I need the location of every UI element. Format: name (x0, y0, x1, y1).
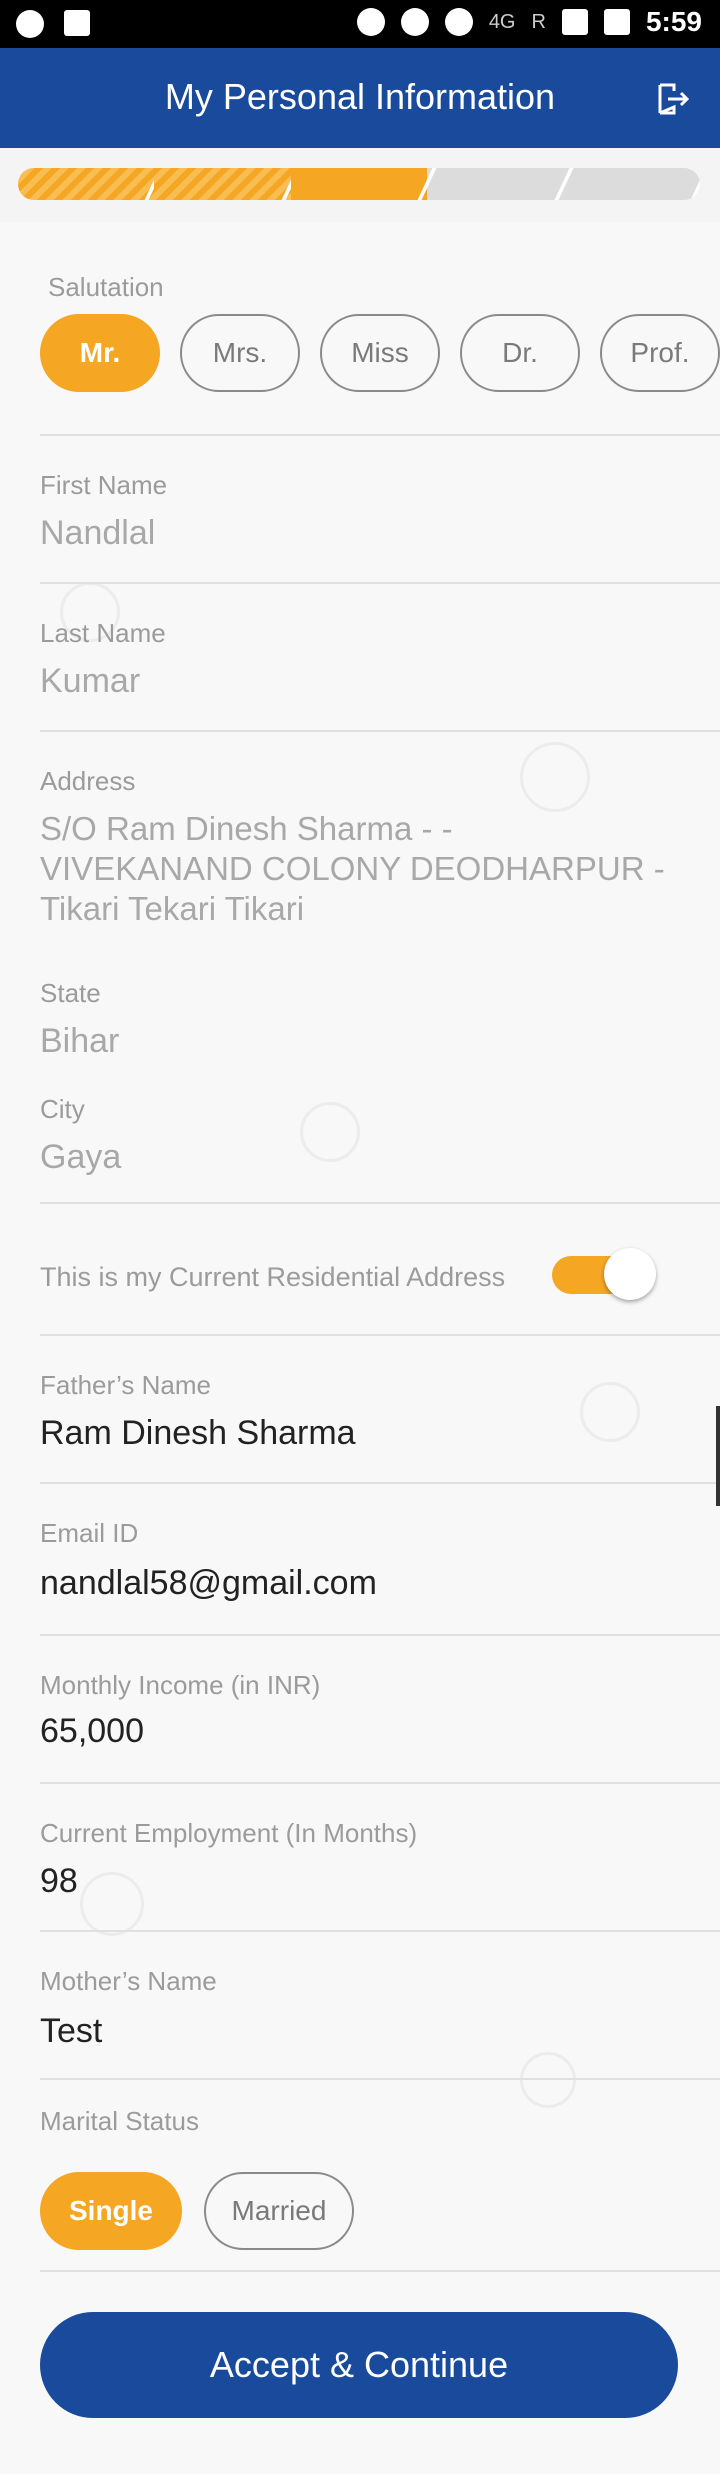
watermark-decoration (300, 1102, 360, 1162)
watermark-decoration (520, 2052, 576, 2108)
signal-icon (561, 9, 588, 35)
logout-icon[interactable] (656, 82, 690, 116)
city-label: City (40, 1094, 85, 1124)
progress-section (0, 148, 720, 222)
scrollbar[interactable] (716, 1406, 720, 1506)
fathers-name-field[interactable]: Ram Dinesh Sharma (40, 1414, 356, 1453)
divider (40, 1482, 720, 1484)
watermark-decoration (580, 1382, 640, 1442)
watermark-decoration (80, 1872, 144, 1936)
battery-icon (603, 9, 630, 35)
last-name-field: Kumar (40, 662, 141, 700)
notification-icon (16, 10, 44, 38)
marital-status-label: Marital Status (40, 2106, 199, 2136)
state-label: State (40, 978, 101, 1008)
progress-bar (18, 168, 700, 200)
divider (40, 1930, 720, 1932)
status-right: 4G R 5:59 (356, 6, 702, 38)
divider (40, 582, 720, 584)
fathers-name-label: Father’s Name (40, 1370, 211, 1400)
toggle-knob (604, 1248, 656, 1300)
divider (40, 1634, 720, 1636)
divider (40, 730, 720, 732)
progress-step-3 (290, 168, 428, 200)
network-type: 4G (488, 10, 516, 33)
salutation-option-dr[interactable]: Dr. (460, 314, 580, 392)
current-employment-label: Current Employment (In Months) (40, 1818, 418, 1848)
salutation-option-mr[interactable]: Mr. (40, 314, 160, 392)
page-title: My Personal Information (164, 76, 556, 117)
status-bar: 4G R 5:59 (0, 0, 720, 48)
mothers-name-label: Mother’s Name (40, 1966, 217, 1996)
alarm-icon (400, 8, 429, 36)
accept-continue-button[interactable]: Accept & Continue (40, 2312, 678, 2418)
roaming-indicator: R (531, 10, 546, 33)
email-label: Email ID (40, 1518, 139, 1548)
progress-step-4 (427, 168, 563, 200)
email-field[interactable]: nandlal58@gmail.com (40, 1564, 377, 1603)
progress-step-1 (18, 168, 155, 200)
marital-option-single[interactable]: Single (40, 2172, 182, 2250)
salutation-option-miss[interactable]: Miss (320, 314, 440, 392)
divider (40, 2270, 720, 2272)
form-content[interactable]: Salutation Mr. Mrs. Miss Dr. Prof. First… (0, 222, 720, 2474)
clock: 5:59 (645, 6, 702, 37)
first-name-field: Nandlal (40, 514, 156, 552)
mothers-name-field[interactable]: Test (40, 2012, 102, 2051)
monthly-income-field[interactable]: 65,000 (40, 1712, 144, 1751)
state-field: Bihar (40, 1022, 120, 1060)
image-icon (64, 10, 90, 36)
salutation-option-mrs[interactable]: Mrs. (180, 314, 300, 392)
divider (40, 1782, 720, 1784)
divider (40, 2078, 720, 2080)
current-address-label: This is my Current Residential Address (40, 1262, 506, 1292)
divider (40, 434, 720, 436)
marital-option-married[interactable]: Married (204, 2172, 354, 2250)
last-name-label: Last Name (40, 618, 166, 648)
address-label: Address (40, 766, 136, 796)
app-bar: My Personal Information (0, 48, 720, 148)
progress-step-5 (564, 168, 700, 200)
address-line-2: VIVEKANAND COLONY DEODHARPUR - (40, 850, 665, 887)
current-employment-field[interactable]: 98 (40, 1862, 78, 1901)
do-not-disturb-icon (356, 8, 385, 36)
monthly-income-label: Monthly Income (in INR) (40, 1670, 321, 1700)
divider (40, 1202, 720, 1204)
current-address-toggle[interactable] (552, 1248, 656, 1300)
salutation-option-prof[interactable]: Prof. (600, 314, 720, 392)
address-line-3: Tikari Tekari Tikari (40, 890, 305, 927)
city-field: Gaya (40, 1138, 122, 1176)
progress-step-2 (154, 168, 291, 200)
first-name-label: First Name (40, 470, 168, 500)
watermark-decoration (520, 742, 590, 812)
address-line-1: S/O Ram Dinesh Sharma - - (40, 810, 453, 847)
status-left (16, 10, 90, 38)
wifi-icon (444, 8, 473, 36)
divider (40, 1334, 720, 1336)
salutation-label: Salutation (48, 272, 164, 302)
